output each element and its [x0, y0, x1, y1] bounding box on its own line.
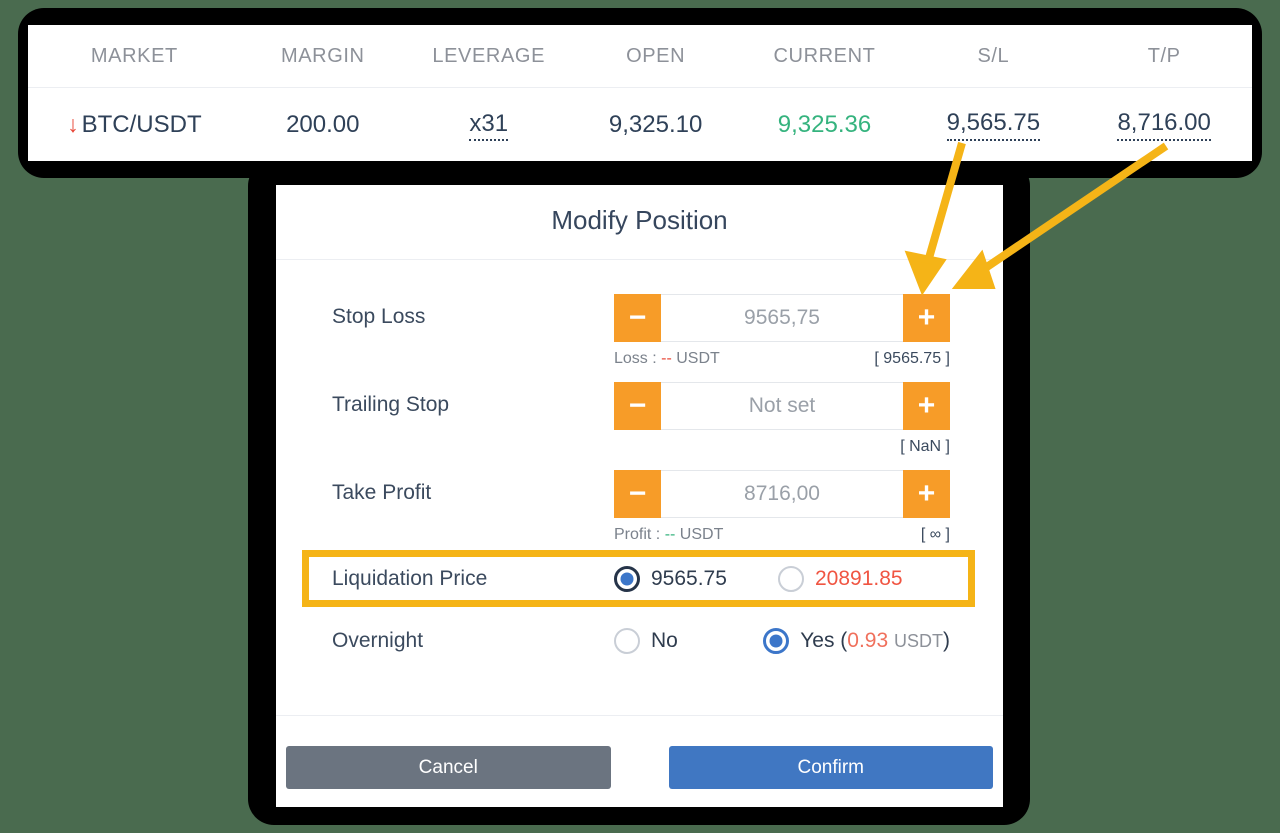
- footer-divider: [276, 715, 1003, 716]
- cell-market: ↓ BTC/USDT: [28, 111, 241, 139]
- profit-unit: USDT: [679, 526, 724, 543]
- stop-loss-control: − 9565,75 + Loss : -- USDT [ 9565.75 ]: [614, 294, 950, 368]
- radio-selected-icon[interactable]: [763, 627, 790, 654]
- trailing-stop-plus-button[interactable]: +: [903, 382, 950, 430]
- cancel-button[interactable]: Cancel: [286, 746, 611, 789]
- trailing-stop-minus-button[interactable]: −: [614, 382, 661, 430]
- stop-loss-hints: Loss : -- USDT [ 9565.75 ]: [614, 350, 950, 368]
- liquidation-option-selected-label: 9565.75: [651, 566, 727, 590]
- stop-loss-row: Stop Loss − 9565,75 + Loss : -- USDT [ 9…: [276, 294, 1003, 368]
- overnight-fee: 0.93: [847, 628, 889, 652]
- column-header-sl: S/L: [977, 44, 1010, 67]
- profit-prefix: Profit :: [614, 526, 661, 543]
- liquidation-option-other-label: 20891.85: [815, 566, 903, 590]
- modify-position-dialog: Modify Position Stop Loss − 9565,75 + Lo…: [276, 185, 1003, 807]
- overnight-yes-text: Yes (: [800, 628, 848, 652]
- positions-table: MARKET MARGIN LEVERAGE OPEN CURRENT S/L …: [28, 25, 1252, 161]
- leverage-value: x31: [469, 110, 509, 141]
- take-profit-row: Take Profit − 8716,00 + Profit : -- USDT…: [276, 470, 1003, 544]
- table-header-row: MARKET MARGIN LEVERAGE OPEN CURRENT S/L …: [28, 25, 1252, 87]
- stop-loss-value: 9,565.75: [946, 109, 1041, 141]
- overnight-options: No Yes (0.93 USDT): [614, 627, 950, 654]
- loss-dash: --: [661, 350, 672, 367]
- overnight-option-yes[interactable]: Yes (0.93 USDT): [763, 627, 950, 654]
- cell-open: 9,325.10: [608, 111, 703, 138]
- dialog-title: Modify Position: [551, 205, 728, 235]
- loss-prefix: Loss :: [614, 350, 657, 367]
- take-profit-control: − 8716,00 + Profit : -- USDT [ ∞ ]: [614, 470, 950, 544]
- stop-loss-input[interactable]: 9565,75: [661, 294, 903, 342]
- stop-loss-label: Stop Loss: [332, 305, 426, 328]
- take-profit-minus-button[interactable]: −: [614, 470, 661, 518]
- overnight-label: Overnight: [332, 628, 424, 652]
- overnight-fee-unit: USDT: [894, 630, 943, 651]
- liquidation-option-other[interactable]: 20891.85: [778, 565, 903, 592]
- liquidation-price-options: 9565.75 20891.85: [614, 565, 950, 592]
- overnight-row: Overnight No Yes (0.93 USDT): [276, 624, 1003, 657]
- cell-leverage[interactable]: x31: [405, 110, 573, 141]
- stop-loss-loss-hint: Loss : -- USDT: [614, 350, 720, 368]
- overnight-option-no[interactable]: No: [614, 627, 763, 654]
- trailing-stop-hints: [ NaN ]: [614, 438, 950, 456]
- liquidation-option-selected[interactable]: 9565.75: [614, 565, 778, 592]
- take-profit-label: Take Profit: [332, 481, 432, 504]
- column-header-leverage: LEVERAGE: [432, 44, 546, 67]
- market-symbol: BTC/USDT: [81, 111, 202, 138]
- loss-unit: USDT: [676, 350, 720, 367]
- cell-margin: 200.00: [286, 111, 360, 138]
- take-profit-stepper: − 8716,00 +: [614, 470, 950, 518]
- column-header-market: MARKET: [90, 44, 178, 67]
- stop-loss-plus-button[interactable]: +: [903, 294, 950, 342]
- trailing-stop-row: Trailing Stop − Not set + [ NaN ]: [276, 382, 1003, 456]
- column-header-current: CURRENT: [773, 44, 876, 67]
- liquidation-price-label: Liquidation Price: [332, 566, 488, 590]
- trailing-stop-label: Trailing Stop: [332, 393, 450, 416]
- cell-current: 9,325.36: [777, 111, 872, 138]
- overnight-yes-label: Yes (0.93 USDT): [800, 629, 950, 653]
- profit-dash: --: [664, 526, 676, 543]
- column-header-margin: MARGIN: [280, 44, 365, 67]
- take-profit-input[interactable]: 8716,00: [661, 470, 903, 518]
- column-header-tp: T/P: [1147, 44, 1181, 67]
- take-profit-profit-hint: Profit : -- USDT: [614, 526, 723, 544]
- confirm-button[interactable]: Confirm: [668, 746, 993, 789]
- column-header-open: OPEN: [626, 44, 686, 67]
- trailing-stop-input[interactable]: Not set: [661, 382, 903, 430]
- stop-loss-stepper: − 9565,75 +: [614, 294, 950, 342]
- liquidation-price-section: Liquidation Price 9565.75 20891.85: [276, 550, 1003, 607]
- table-row[interactable]: ↓ BTC/USDT 200.00 x31 9,325.10 9,325.36 …: [28, 87, 1252, 161]
- overnight-close-paren: ): [943, 628, 950, 652]
- stop-loss-minus-button[interactable]: −: [614, 294, 661, 342]
- take-profit-plus-button[interactable]: +: [903, 470, 950, 518]
- stop-loss-range-hint: [ 9565.75 ]: [874, 350, 950, 367]
- take-profit-range-hint: [ ∞ ]: [920, 526, 950, 543]
- radio-selected-icon[interactable]: [614, 565, 640, 592]
- cell-take-profit[interactable]: 8,716.00: [1076, 109, 1252, 141]
- dialog-footer: Cancel Confirm: [276, 746, 1003, 789]
- radio-unselected-icon[interactable]: [614, 627, 640, 654]
- radio-unselected-icon[interactable]: [778, 565, 804, 592]
- take-profit-hints: Profit : -- USDT [ ∞ ]: [614, 526, 950, 544]
- take-profit-value: 8,716.00: [1117, 109, 1211, 141]
- trailing-stop-control: − Not set + [ NaN ]: [614, 382, 950, 456]
- cell-stop-loss[interactable]: 9,565.75: [910, 109, 1076, 141]
- overnight-no-label: No: [651, 628, 678, 652]
- liquidation-price-row: Liquidation Price 9565.75 20891.85: [276, 562, 1003, 595]
- dialog-body: Stop Loss − 9565,75 + Loss : -- USDT [ 9…: [276, 260, 1003, 657]
- arrow-down-icon: ↓: [67, 110, 79, 137]
- trailing-stop-stepper: − Not set +: [614, 382, 950, 430]
- trailing-stop-range-hint: [ NaN ]: [900, 438, 950, 455]
